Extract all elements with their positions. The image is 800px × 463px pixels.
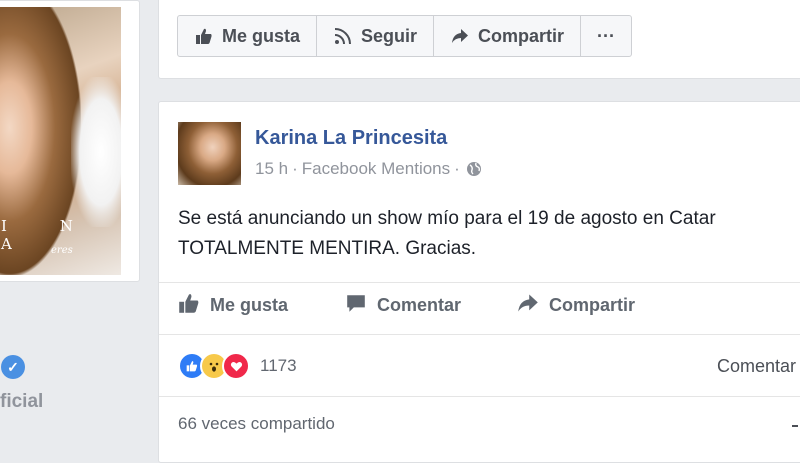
post-text-line-1: Se está anunciando un show mío para el 1… bbox=[178, 208, 716, 229]
post-share-label: Compartir bbox=[549, 295, 636, 315]
post-actions-row: Me gusta Comentar Compartir bbox=[178, 292, 635, 319]
page-like-label: Me gusta bbox=[222, 25, 301, 46]
divider bbox=[159, 396, 800, 397]
post-card: Karina La Princesita 15 h · Facebook Men… bbox=[158, 101, 800, 463]
post-timestamp[interactable]: 15 h bbox=[255, 159, 288, 179]
shares-count-link[interactable]: 66 veces compartido bbox=[178, 414, 335, 434]
page-follow-label: Seguir bbox=[361, 25, 418, 46]
page-follow-button[interactable]: Seguir bbox=[316, 15, 435, 57]
post-author-avatar[interactable] bbox=[178, 122, 241, 185]
comment-bubble-icon bbox=[345, 292, 367, 319]
share-arrow-icon bbox=[517, 292, 539, 319]
post-text-line-2: TOTALMENTE MENTIRA. Gracias. bbox=[178, 238, 477, 259]
post-comment-label: Comentar bbox=[377, 295, 462, 315]
more-indicator bbox=[792, 425, 798, 427]
verified-check-icon: ✓ bbox=[1, 355, 25, 379]
official-label: ficial bbox=[0, 391, 44, 412]
rss-follow-icon bbox=[333, 26, 353, 46]
post-like-label: Me gusta bbox=[210, 295, 289, 315]
post-meta: 15 h · Facebook Mentions · bbox=[255, 159, 482, 179]
divider bbox=[159, 282, 800, 283]
page-actions-card: Me gusta Seguir Compartir ··· bbox=[158, 0, 800, 79]
page-share-button[interactable]: Compartir bbox=[433, 15, 582, 57]
more-dots-icon: ··· bbox=[597, 25, 616, 46]
globe-privacy-icon[interactable] bbox=[466, 161, 482, 177]
page-like-button[interactable]: Me gusta bbox=[177, 15, 318, 57]
post-body: Se está anunciando un show mío para el 1… bbox=[178, 204, 800, 264]
divider bbox=[159, 334, 800, 335]
meta-separator-2: · bbox=[454, 159, 460, 178]
meta-separator: · bbox=[292, 159, 298, 178]
thumbs-up-icon bbox=[178, 292, 200, 319]
post-share-button[interactable]: Compartir bbox=[517, 292, 635, 319]
reactions-summary[interactable]: 1173 bbox=[178, 352, 297, 380]
page-more-button[interactable]: ··· bbox=[580, 15, 633, 57]
post-comment-button[interactable]: Comentar bbox=[345, 292, 517, 319]
album-subtitle-text: eres bbox=[51, 245, 73, 256]
love-reaction-icon bbox=[222, 352, 250, 380]
profile-cover-photo[interactable]: I N A eres bbox=[0, 7, 121, 275]
thumbs-up-icon bbox=[194, 26, 214, 46]
photo-wing bbox=[71, 77, 121, 227]
page-share-label: Compartir bbox=[478, 25, 565, 46]
page-actions-row: Me gusta Seguir Compartir ··· bbox=[177, 15, 633, 57]
post-source[interactable]: Facebook Mentions bbox=[302, 159, 450, 179]
post-author-name[interactable]: Karina La Princesita bbox=[255, 127, 447, 150]
profile-card: I N A eres bbox=[0, 0, 140, 282]
post-like-button[interactable]: Me gusta bbox=[178, 292, 345, 319]
share-arrow-icon bbox=[450, 26, 470, 46]
reaction-count: 1173 bbox=[260, 356, 297, 375]
comments-link[interactable]: Comentar bbox=[717, 356, 796, 377]
